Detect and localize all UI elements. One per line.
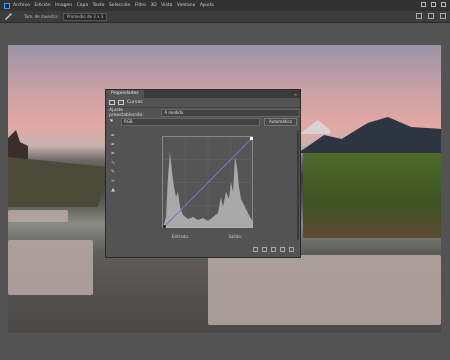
panel-scrollbar[interactable] [297, 130, 299, 240]
snow-peak-shape [300, 120, 330, 134]
input-output-labels: Entrada: Salida: [172, 234, 242, 239]
white-point-handle [250, 137, 253, 140]
black-point-handle [163, 224, 167, 228]
minimize-icon[interactable] [421, 2, 426, 7]
gray-point-eyedropper-icon[interactable]: ✒ [110, 143, 116, 148]
menu-ventana[interactable]: Ventana [177, 3, 195, 8]
menu-capa[interactable]: Capa [77, 3, 89, 8]
preset-label: Ajuste preestablecido: [109, 107, 144, 118]
curve-tools: ✒ ✒ ✒ ∿ ✎ ≈ ▲ [110, 134, 116, 193]
preset-row: Ajuste preestablecido: A medida [106, 107, 300, 118]
hand-target-icon[interactable]: ☚ [109, 119, 113, 124]
puddle-reflection [8, 240, 93, 295]
panel-menu-icon[interactable]: ≡ [294, 92, 297, 97]
adjustment-header: Curvas [106, 98, 300, 108]
panel-tab-row: Propiedades ≡ [106, 90, 300, 98]
photoshop-logo-icon[interactable] [4, 2, 10, 9]
options-bar: Tam. de muestra: Promedio de 3 x 3 [0, 11, 450, 23]
smooth-icon[interactable]: ≈ [110, 179, 116, 184]
sample-size-label: Tam. de muestra: [24, 14, 59, 19]
options-right-icons [416, 13, 446, 19]
curve-histogram-svg [163, 137, 253, 228]
share-icon[interactable] [440, 13, 446, 19]
curve-point-tool-icon[interactable]: ∿ [110, 161, 116, 166]
window-controls [421, 2, 446, 7]
search-icon[interactable] [416, 13, 422, 19]
puddle-reflection [8, 210, 68, 222]
menu-archivo[interactable]: Archivo [13, 3, 30, 8]
curves-graph[interactable] [162, 136, 253, 228]
black-point-eyedropper-icon[interactable]: ✒ [110, 134, 116, 139]
menu-edicion[interactable]: Edición [34, 3, 50, 8]
visibility-icon[interactable] [280, 247, 285, 252]
channel-select[interactable]: RGB [121, 117, 261, 126]
pencil-tool-icon[interactable]: ✎ [110, 170, 116, 175]
adjustment-name: Curvas [127, 100, 143, 105]
input-label: Entrada: [172, 234, 190, 239]
curves-icon [109, 100, 115, 105]
white-point-eyedropper-icon[interactable]: ✒ [110, 152, 116, 157]
output-label: Salida: [228, 234, 242, 239]
menu-imagen[interactable]: Imagen [55, 3, 72, 8]
channel-row: ☚ RGB Automático [106, 117, 300, 126]
menu-bar: Archivo Edición Imagen Capa Texto Selecc… [0, 0, 450, 11]
eyedropper-tool-icon[interactable] [4, 13, 14, 20]
menu-filtro[interactable]: Filtro [135, 3, 146, 8]
maximize-icon[interactable] [431, 2, 436, 7]
auto-button[interactable]: Automático [264, 117, 298, 126]
menu-texto[interactable]: Texto [93, 3, 105, 8]
workspace-icon[interactable] [428, 13, 434, 19]
reset-icon[interactable] [271, 247, 276, 252]
panel-bottom-bar [106, 247, 300, 255]
menu-vista[interactable]: Vista [161, 3, 172, 8]
menu-3d[interactable]: 3D [150, 3, 156, 8]
trash-icon[interactable] [289, 247, 294, 252]
properties-tab[interactable]: Propiedades [106, 90, 144, 98]
preset-select[interactable]: A medida [161, 108, 300, 117]
properties-panel: Propiedades ≡ Curvas Ajuste preestableci… [105, 89, 301, 258]
clipping-warning-icon[interactable]: ▲ [110, 188, 116, 193]
sample-size-select[interactable]: Promedio de 3 x 3 [62, 12, 108, 21]
green-field-shape [303, 153, 441, 238]
close-icon[interactable] [441, 2, 446, 7]
view-previous-icon[interactable] [262, 247, 267, 252]
menu-ayuda[interactable]: Ayuda [200, 3, 214, 8]
left-grass-shape [8, 157, 108, 207]
mask-icon[interactable] [118, 100, 124, 105]
clip-to-layer-icon[interactable] [253, 247, 258, 252]
puddle-reflection [208, 255, 441, 325]
menu-seleccion[interactable]: Selección [109, 3, 130, 8]
